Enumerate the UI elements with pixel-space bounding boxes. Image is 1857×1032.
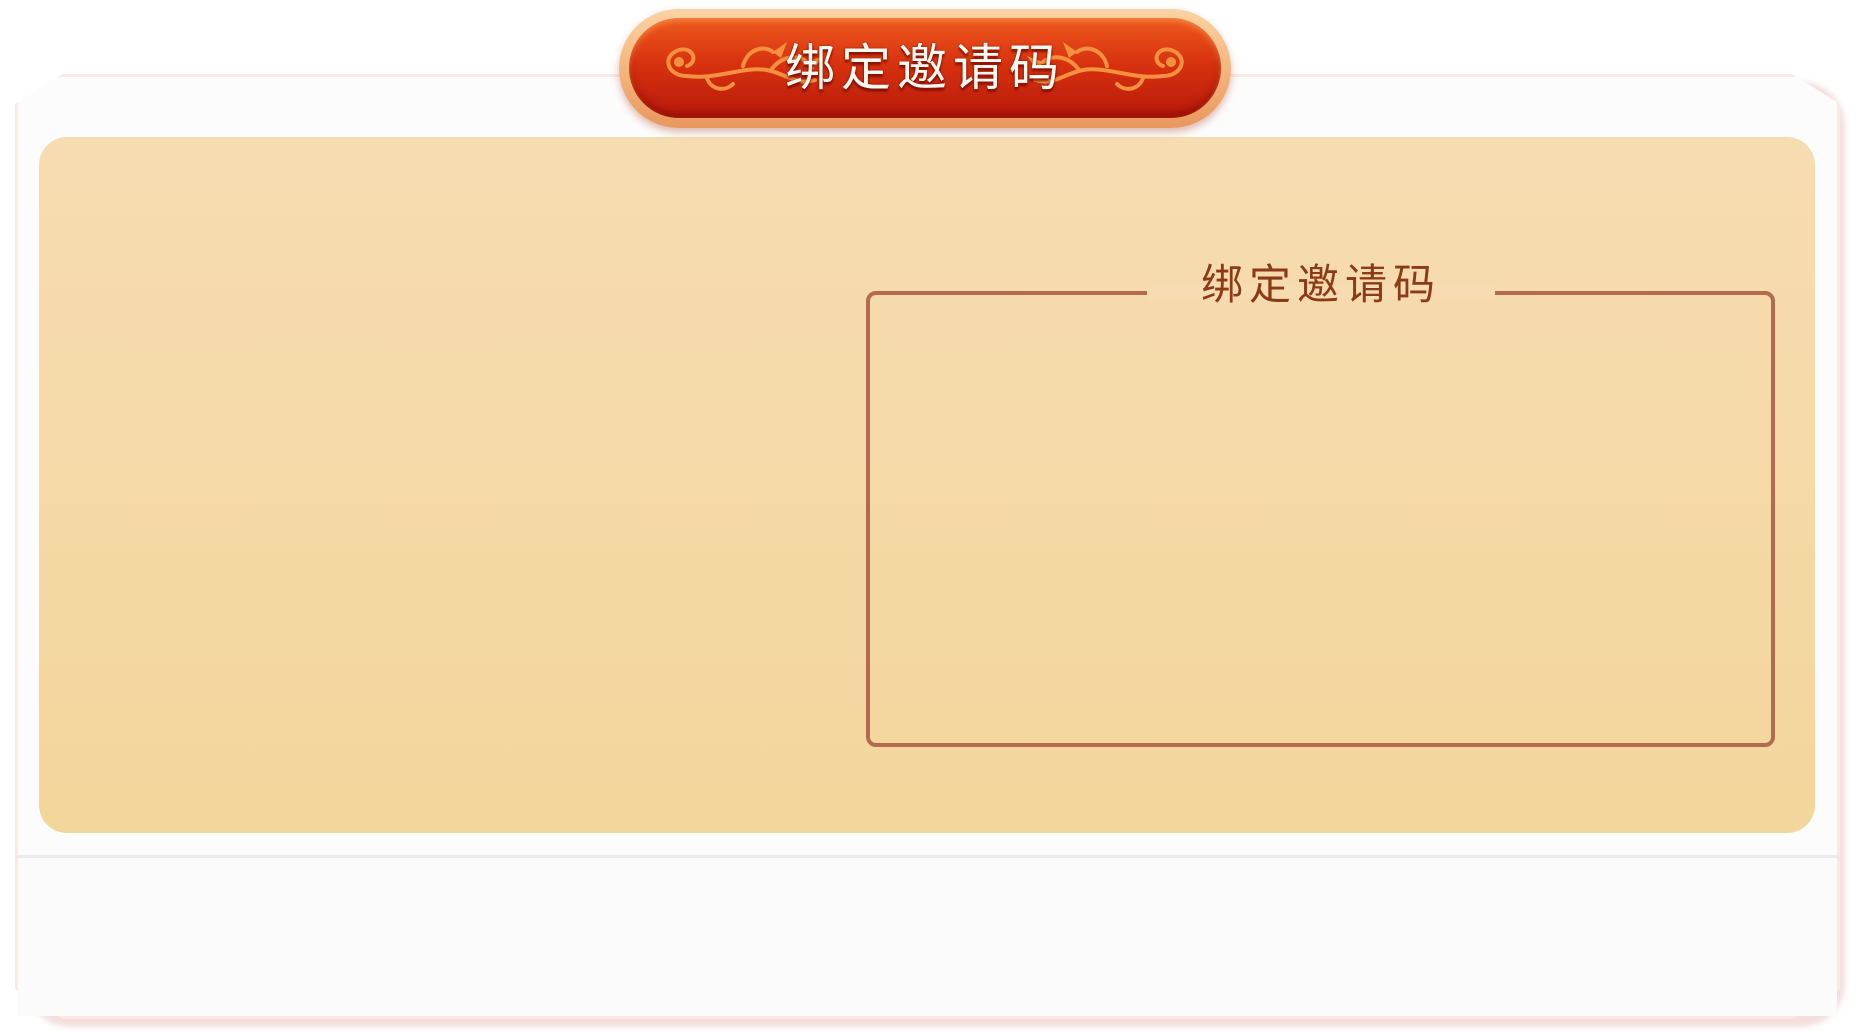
bind-invite-code-dialog: 绑定邀请码 绑定邀请码 — [0, 0, 1857, 1032]
invite-code-box[interactable] — [866, 291, 1775, 747]
dialog-title: 绑定邀请码 — [785, 39, 1065, 97]
invite-code-label: 绑定邀请码 — [1200, 260, 1441, 309]
title-badge: 绑定邀请码 — [629, 18, 1221, 118]
dialog-footer — [18, 858, 1837, 1016]
